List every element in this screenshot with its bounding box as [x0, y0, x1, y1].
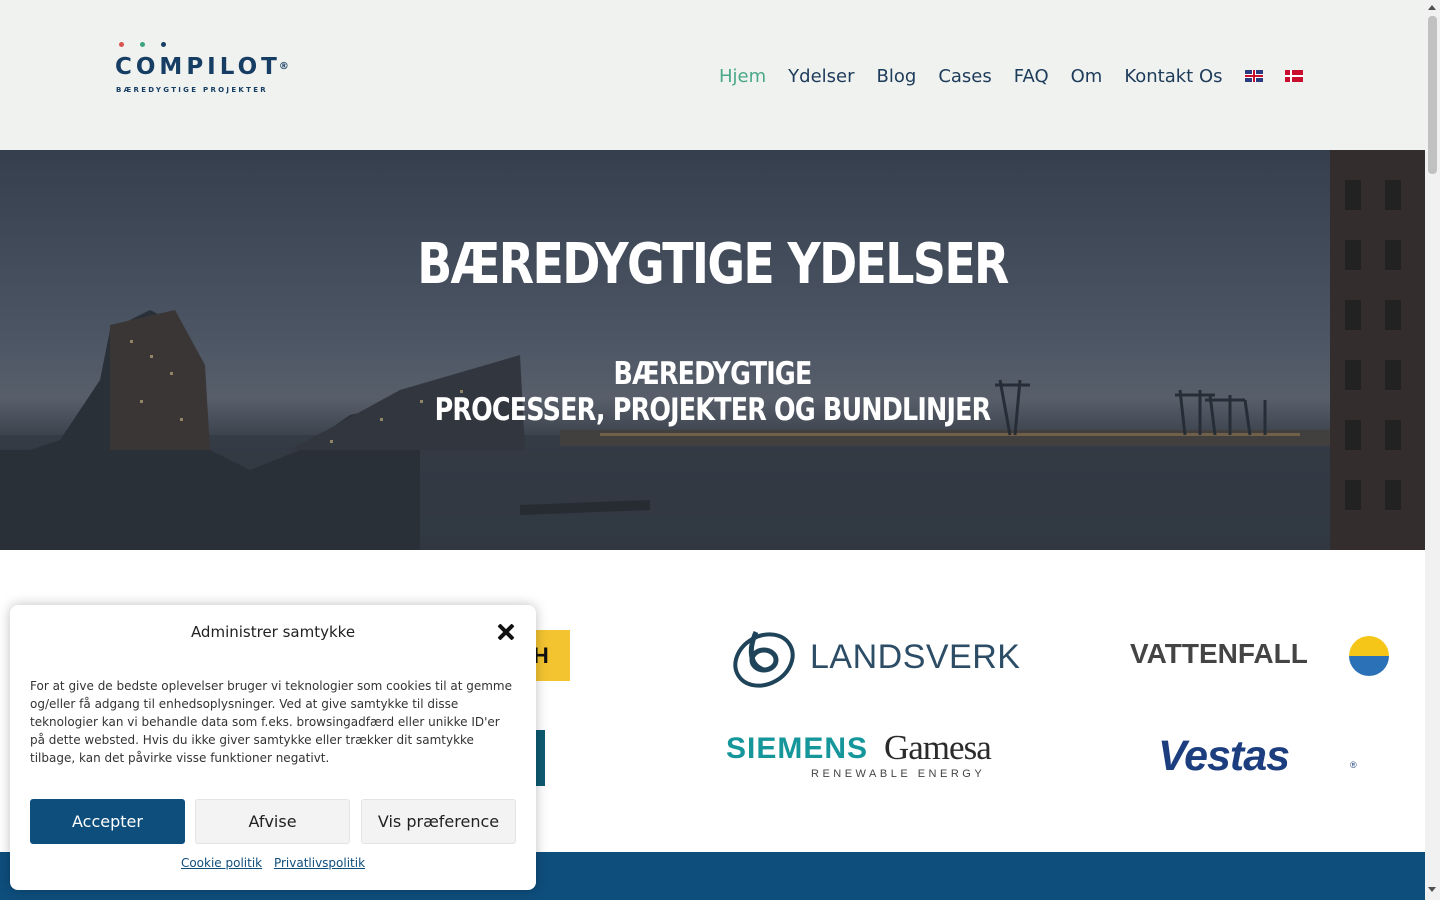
consent-description: For at give de bedste oplevelser bruger … — [30, 679, 512, 765]
vattenfall-logo: VATTENFALL — [1130, 634, 1392, 678]
page-scrollbar[interactable] — [1425, 0, 1440, 900]
privacy-policy-link[interactable]: Privatlivspolitik — [274, 856, 365, 870]
dk-flag-icon[interactable] — [1284, 70, 1303, 82]
vestas-logo: Vestas ® — [1158, 732, 1357, 780]
consent-title: Administrer samtykke — [190, 623, 356, 641]
hero-subtitle-line2: PROCESSER, PROJEKTER OG BUNDLINJER — [434, 392, 992, 428]
cookie-consent-dialog: Administrer samtykke For at give de beds… — [10, 605, 536, 890]
uk-flag-icon[interactable] — [1244, 70, 1263, 82]
logo-wordmark: COMPILOT® — [115, 54, 289, 80]
scroll-down-icon[interactable] — [1428, 887, 1436, 892]
nav-item-hjem[interactable]: Hjem — [719, 66, 766, 87]
consent-links: Cookie politik Privatlivspolitik — [10, 856, 536, 870]
siemens-gamesa-logo: SIEMENS Gamesa RENEWABLE ENERGY — [726, 728, 992, 780]
nav-item-faq[interactable]: FAQ — [1014, 66, 1049, 87]
landsverk-logo: LANDSVERK — [728, 622, 1020, 692]
hero-harbor-image — [0, 150, 1425, 550]
nav-item-om[interactable]: Om — [1071, 66, 1103, 87]
hero-subtitle: BÆREDYGTIGE PROCESSER, PROJEKTER OG BUND… — [128, 356, 1297, 428]
nav-item-kontakt-os[interactable]: Kontakt Os — [1124, 66, 1222, 87]
main-nav: Hjem Ydelser Blog Cases FAQ Om Kontakt O… — [719, 62, 1325, 90]
hero-title: BÆREDYGTIGE YDELSER — [417, 232, 1009, 297]
page: COMPILOT® BÆREDYGTIGE PROJEKTER Hjem Yde… — [0, 0, 1425, 900]
scroll-up-icon[interactable] — [1428, 5, 1436, 10]
compilot-logo[interactable]: COMPILOT® BÆREDYGTIGE PROJEKTER — [115, 42, 289, 98]
hero-banner: BÆREDYGTIGE YDELSER BÆREDYGTIGE PROCESSE… — [0, 150, 1425, 550]
landsverk-emblem-icon — [733, 630, 795, 688]
nav-item-blog[interactable]: Blog — [877, 66, 917, 87]
vattenfall-sun-icon — [1349, 636, 1389, 676]
nav-item-ydelser[interactable]: Ydelser — [788, 66, 854, 87]
deny-button[interactable]: Afvise — [195, 799, 350, 844]
hero-subtitle-line1: BÆREDYGTIGE — [613, 356, 813, 392]
site-header: COMPILOT® BÆREDYGTIGE PROJEKTER Hjem Yde… — [0, 0, 1425, 150]
close-icon[interactable] — [496, 622, 516, 642]
accept-button[interactable]: Accepter — [30, 799, 185, 844]
nav-item-cases[interactable]: Cases — [938, 66, 991, 87]
preferences-button[interactable]: Vis præference — [361, 799, 516, 844]
scrollbar-thumb[interactable] — [1428, 16, 1437, 174]
logo-tagline: BÆREDYGTIGE PROJEKTER — [116, 86, 268, 94]
cookie-policy-link[interactable]: Cookie politik — [181, 856, 262, 870]
